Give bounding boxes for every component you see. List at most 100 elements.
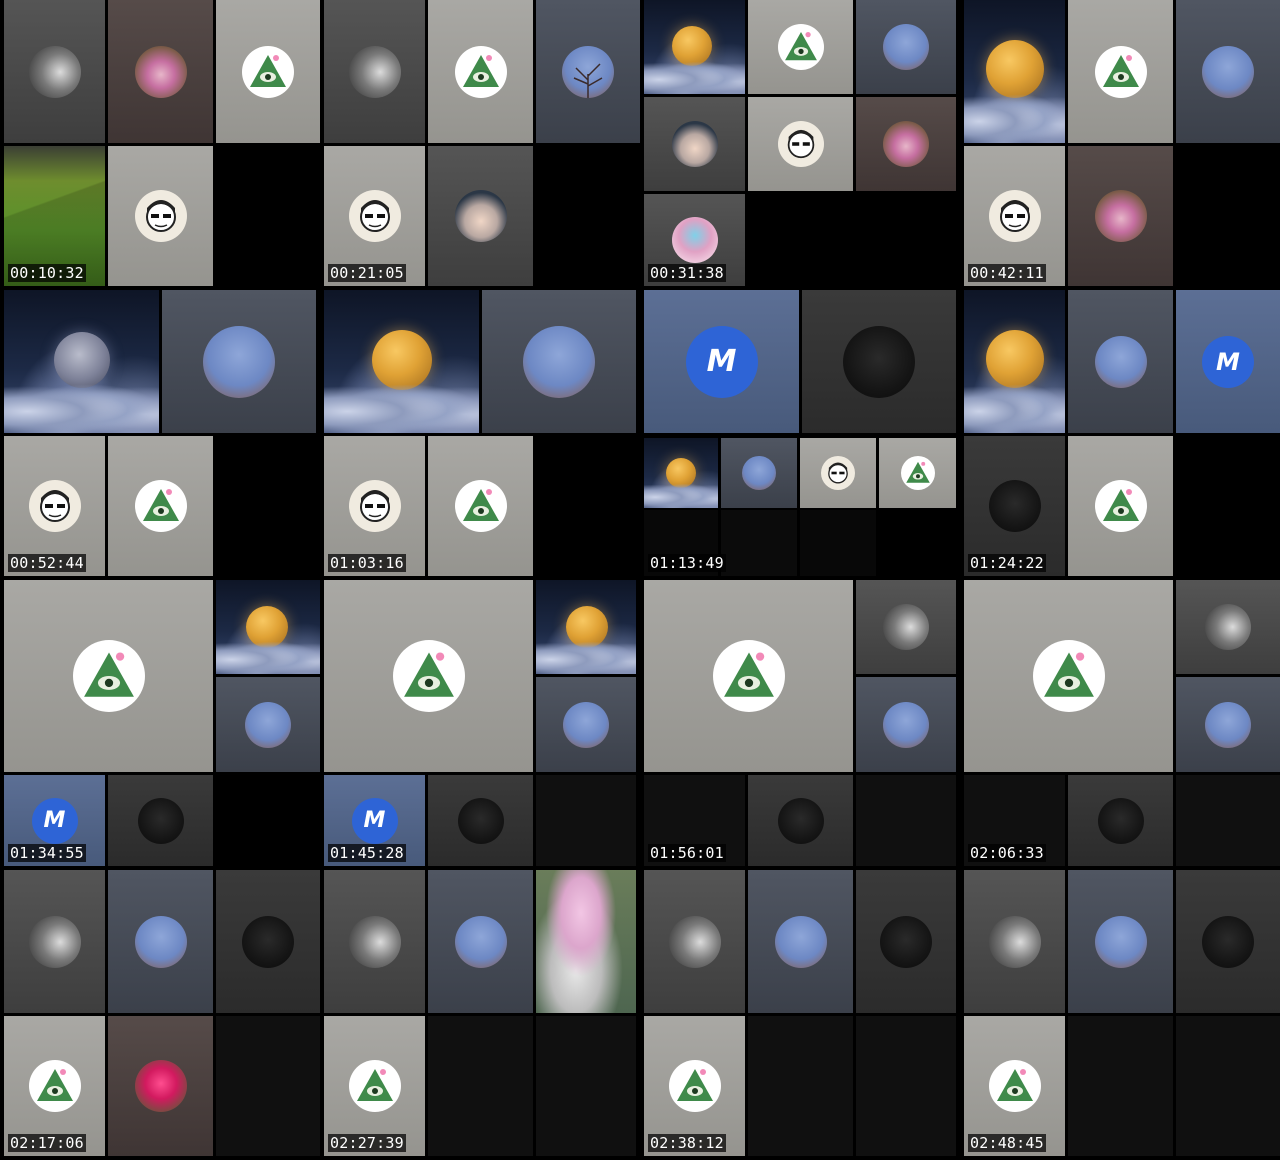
eye-pyramid-icon [712,640,785,712]
avatar-icon [671,217,718,263]
participant-tile [879,438,956,508]
participant-tile [1068,775,1173,866]
participant-tile [964,580,1173,772]
frame-1: 00:10:32 [4,0,320,286]
empty-tile [428,1016,533,1156]
empty-tile [856,1016,956,1156]
eye-pyramid-icon [392,640,465,712]
avatar-icon [883,701,929,748]
participant-tile [4,580,213,772]
avatar-icon [134,190,187,242]
avatar-icon [348,45,401,98]
m-logo-text: M [706,343,737,379]
timestamp-label: 00:52:44 [8,554,86,572]
avatar-icon [742,456,776,490]
frame-15: 02:38:12 [644,870,960,1156]
participant-tile [162,290,316,433]
participant-tile [644,0,745,94]
frame-9: M 01:34:55 [4,580,320,866]
avatar-icon [821,456,855,490]
frame-12: 02:06:33 [964,580,1280,866]
avatar-icon [883,121,929,167]
participant-tile [428,146,533,286]
video-call-contact-sheet: 00:10:32 00:21:05 00:31:38 00:42:11 00:5… [0,0,1280,1160]
participant-tile [748,870,853,1013]
participant-tile: M [644,290,799,433]
participant-tile [644,580,853,772]
timestamp-label: 00:42:11 [968,264,1046,282]
avatar-icon [563,701,609,748]
timestamp-label: 01:45:28 [328,844,406,862]
participant-tile [748,0,853,94]
timestamp-label: 01:34:55 [8,844,86,862]
empty-tile [1068,1016,1173,1156]
participant-tile [428,436,533,576]
participant-tile: M [1176,290,1280,433]
participant-tile [964,0,1065,143]
avatar-icon [562,45,614,98]
avatar-icon [454,915,507,968]
m-logo-icon: M [351,797,398,844]
participant-tile [856,580,956,674]
empty-tile [536,775,636,866]
avatar-icon [883,604,929,650]
avatar-icon [777,797,824,844]
participant-tile [216,870,320,1013]
timestamp-label: 02:48:45 [968,1134,1046,1152]
timestamp-label: 02:38:12 [648,1134,726,1152]
eye-pyramid-icon [28,1060,81,1112]
avatar-icon [203,325,275,398]
avatar-icon [134,915,187,968]
avatar-icon [28,480,81,532]
participant-tile [324,290,479,433]
m-logo-text: M [43,807,66,833]
timestamp-label: 01:56:01 [648,844,726,862]
avatar-icon [671,121,718,167]
avatar-icon [457,797,504,844]
participant-tile [108,1016,213,1156]
timestamp-label: 00:21:05 [328,264,406,282]
empty-tile [748,1016,853,1156]
frame-16: 02:48:45 [964,870,1280,1156]
participant-tile [428,775,533,866]
avatar-icon [454,190,507,242]
participant-tile [4,870,105,1013]
participant-tile [800,438,876,508]
participant-tile [856,677,956,772]
participant-tile [1176,580,1280,674]
avatar-icon [348,480,401,532]
avatar-icon [245,701,291,748]
avatar-icon [668,915,721,968]
participant-tile [1068,290,1173,433]
avatar-icon [137,797,184,844]
participant-tile [108,146,213,286]
participant-tile [324,870,425,1013]
empty-tile [856,775,956,866]
m-logo-text: M [363,807,386,833]
participant-tile [1176,677,1280,772]
avatar-icon [880,915,932,968]
timestamp-label: 00:10:32 [8,264,86,282]
m-logo-icon: M [685,325,758,398]
participant-tile [216,0,320,143]
participant-tile [324,580,533,772]
avatar-icon [1202,915,1254,968]
participant-tile [1176,870,1280,1013]
eye-pyramid-icon [1094,480,1147,532]
participant-tile [644,438,718,508]
avatar-icon [348,915,401,968]
avatar-icon [1205,701,1251,748]
eye-pyramid-icon [777,24,824,70]
avatar-icon [134,45,187,98]
timestamp-label: 01:24:22 [968,554,1046,572]
avatar-icon [988,480,1041,532]
avatar-icon [774,915,827,968]
avatar-icon [523,325,595,398]
participant-tile [856,97,956,191]
eye-pyramid-icon [900,456,935,490]
eye-pyramid-icon [454,45,507,98]
eye-pyramid-icon [1032,640,1105,712]
participant-tile [802,290,956,433]
eye-pyramid-icon [668,1060,721,1112]
participant-tile [644,97,745,191]
